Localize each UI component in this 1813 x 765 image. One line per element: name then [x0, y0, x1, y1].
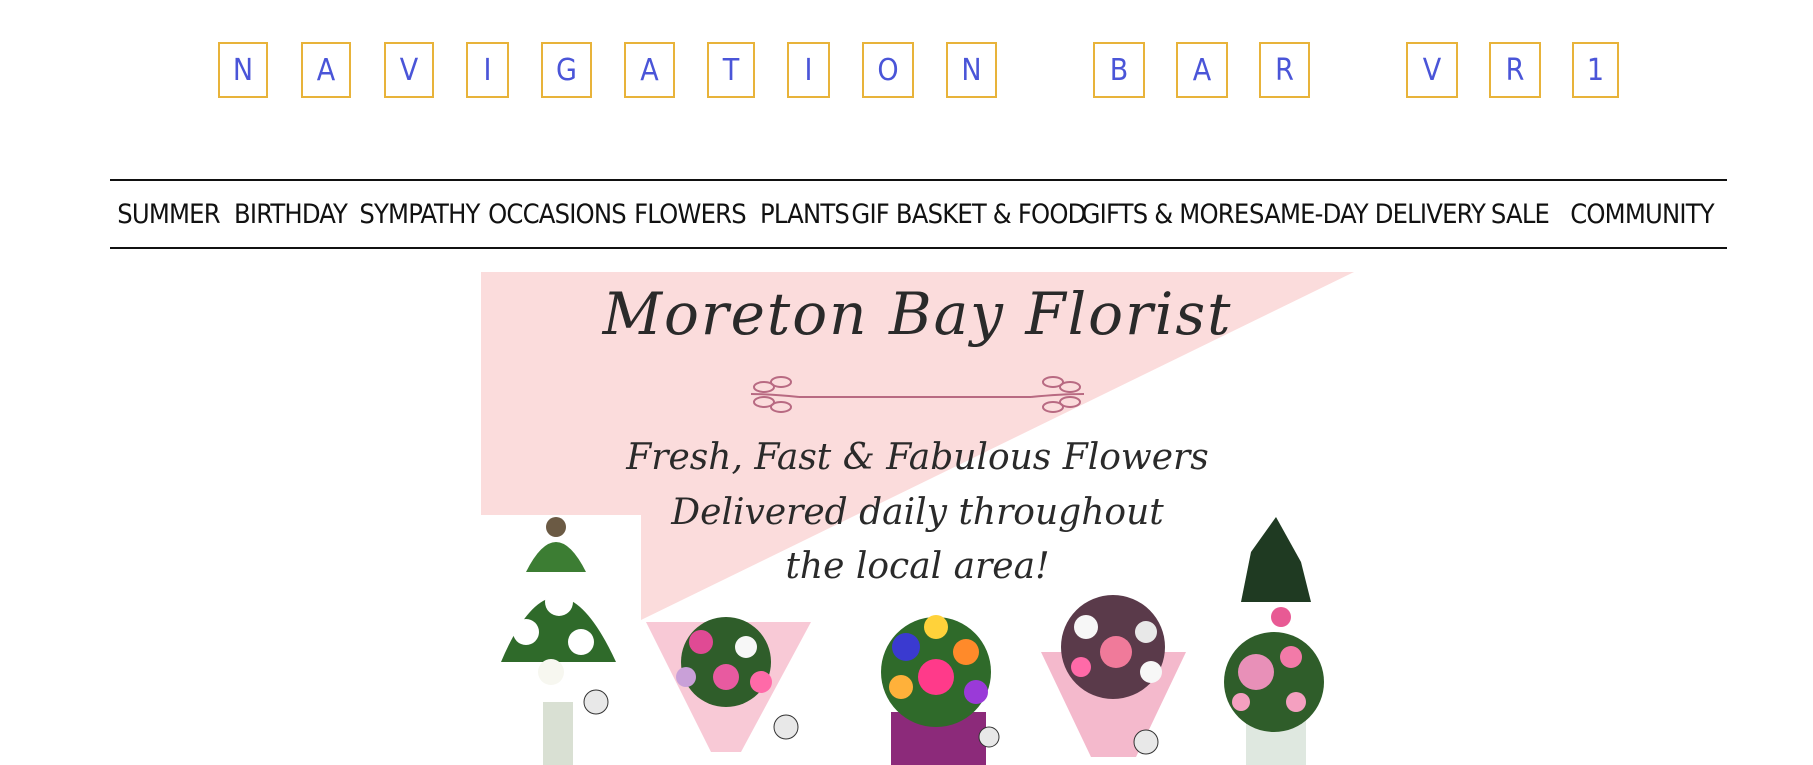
pink-wrapped-bouquet: [1041, 595, 1186, 757]
main-navigation: SUMMER BIRTHDAY SYMPATHY OCCASIONS FLOWE…: [110, 179, 1727, 249]
nav-item-gift-basket-food[interactable]: GIF BASKET & FOOD: [851, 181, 1086, 247]
title-letter: R: [1489, 42, 1541, 98]
wrapped-pink-bouquet: [646, 617, 811, 752]
title-letter: I: [787, 42, 830, 98]
hero-banner[interactable]: Moreton Bay Florist Fresh, Fast & Fabulo…: [481, 272, 1354, 765]
title-letter: V: [1406, 42, 1458, 98]
title-letter: G: [541, 42, 592, 98]
title-letter: O: [862, 42, 914, 98]
title-letter: R: [1259, 42, 1310, 98]
title-letter: 1: [1572, 42, 1619, 98]
nav-item-same-day-delivery[interactable]: SAME-DAY DELIVERY: [1249, 181, 1486, 247]
banner-tagline: Fresh, Fast & Fabulous Flowers: [626, 437, 1209, 478]
title-letter: A: [1176, 42, 1228, 98]
banner-tagline: the local area!: [785, 546, 1050, 587]
title-letter: B: [1093, 42, 1145, 98]
title-letter: N: [946, 42, 997, 98]
nav-item-sympathy[interactable]: SYMPATHY: [354, 181, 485, 247]
nav-item-birthday[interactable]: BIRTHDAY: [227, 181, 354, 247]
navigation-bar-title: N A V I G A T I O N B A R V R 1: [0, 0, 1813, 120]
banner-title: Moreton Bay Florist: [602, 280, 1233, 348]
nav-item-flowers[interactable]: FLOWERS: [629, 181, 751, 247]
nav-item-summer[interactable]: SUMMER: [110, 181, 227, 247]
title-letter: N: [218, 42, 268, 98]
title-letter: A: [624, 42, 675, 98]
nav-item-gifts-more[interactable]: GIFTS & MORE: [1079, 181, 1251, 247]
colorful-box-bouquet: [881, 615, 1000, 765]
nav-item-community[interactable]: COMMUNITY: [1557, 181, 1727, 247]
title-letter: T: [707, 42, 755, 98]
title-letter: A: [301, 42, 351, 98]
nav-item-occasions[interactable]: OCCASIONS: [485, 181, 629, 247]
banner-tagline: Delivered daily throughout: [671, 492, 1164, 533]
nav-item-sale[interactable]: SALE: [1483, 181, 1557, 247]
nav-item-plants[interactable]: PLANTS: [751, 181, 858, 247]
title-letter: I: [466, 42, 509, 98]
title-letter: V: [384, 42, 434, 98]
